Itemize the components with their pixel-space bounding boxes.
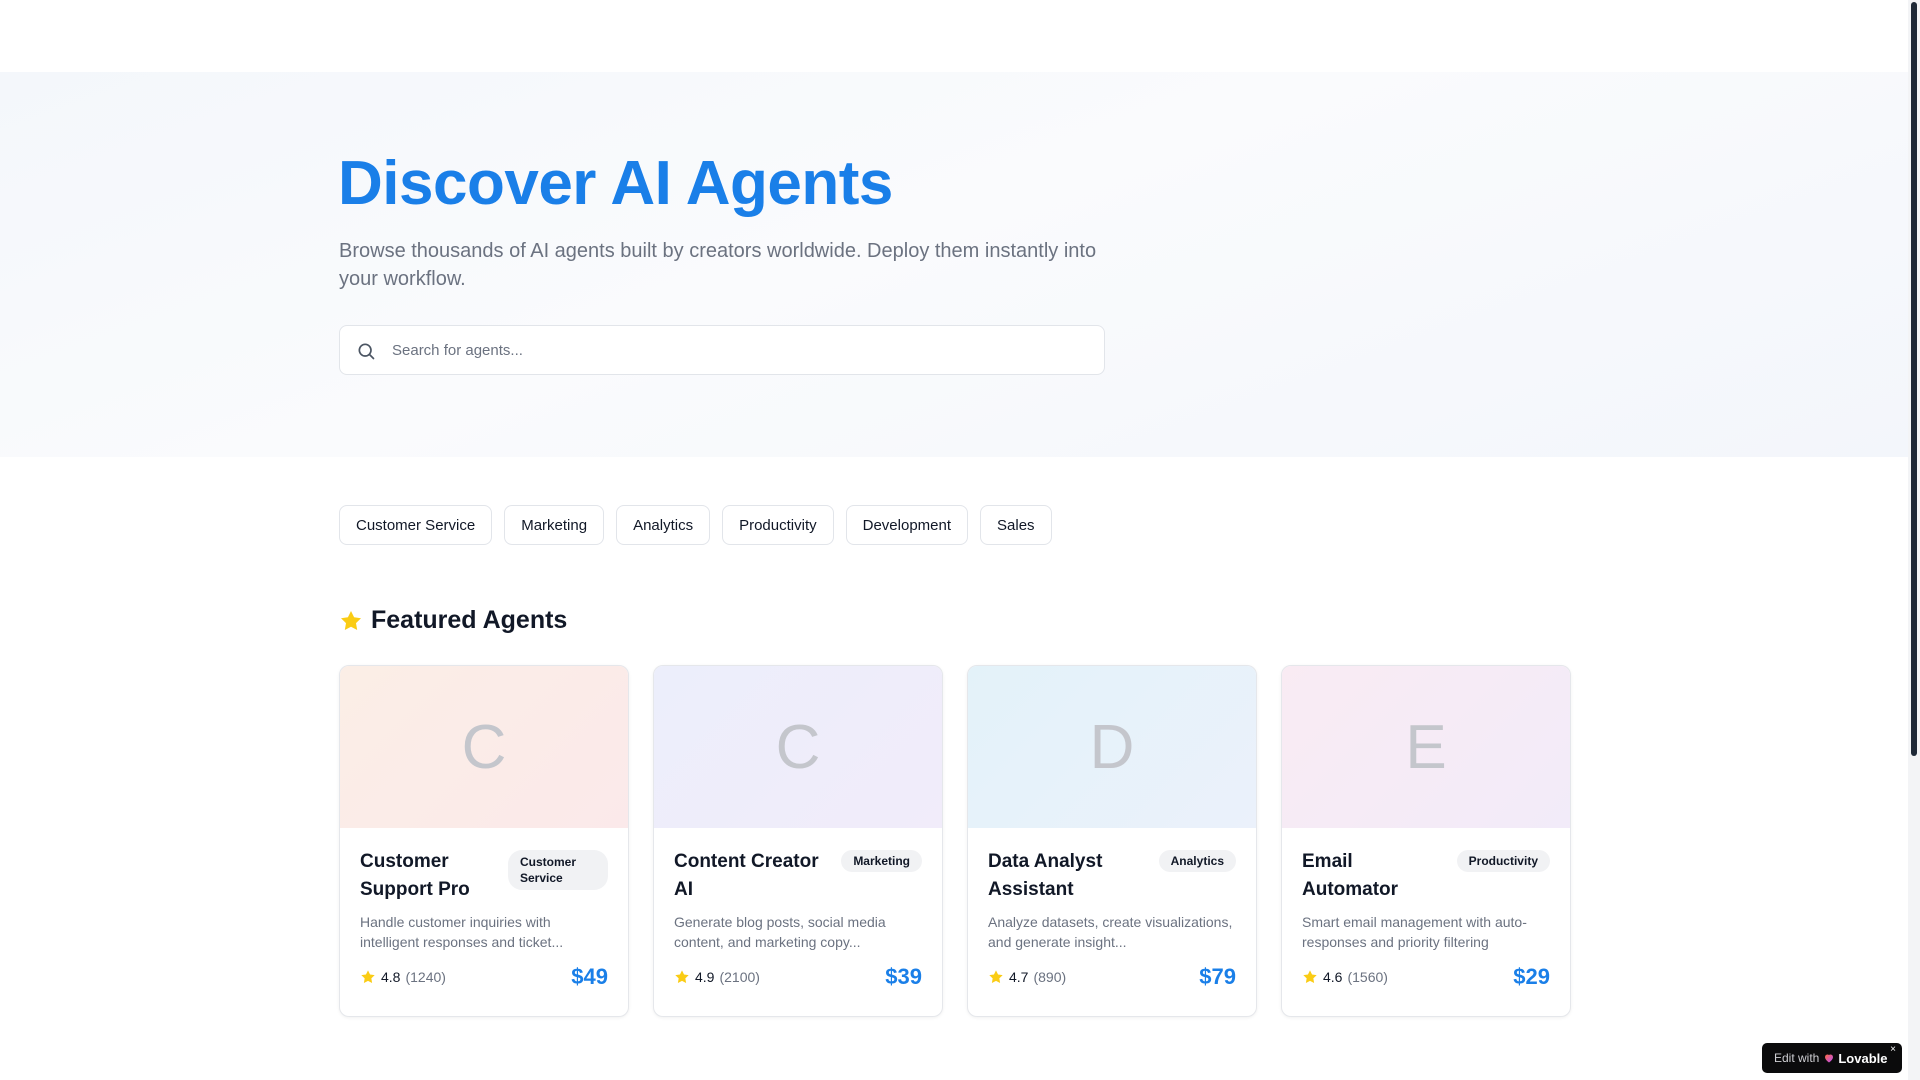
- section-title: Featured Agents: [371, 606, 568, 634]
- featured-agents-grid: C Customer Support Pro Customer Service …: [339, 665, 1571, 1017]
- agent-description: Handle customer inquiries with intellige…: [360, 914, 564, 950]
- category-chip-sales[interactable]: Sales: [980, 505, 1052, 545]
- search-bar[interactable]: [339, 325, 1105, 375]
- edit-with-label: Edit with: [1774, 1051, 1820, 1065]
- star-icon: [1303, 970, 1317, 984]
- rating-score: 4.6: [1323, 969, 1343, 985]
- star-icon: [361, 970, 375, 984]
- agent-rating: 4.7 (890): [988, 969, 1066, 985]
- agent-price: $39: [885, 964, 922, 989]
- agent-name: Email Automator: [1302, 851, 1399, 900]
- edit-with-lovable-badge[interactable]: Edit with Lovable ×: [1762, 1043, 1902, 1073]
- category-badge: Analytics: [1158, 850, 1236, 872]
- agent-card[interactable]: C Content Creator AI Marketing Generate …: [653, 665, 943, 1017]
- agent-price: $49: [571, 964, 608, 989]
- page-title: Discover AI Agents: [338, 149, 893, 218]
- top-navbar: [0, 0, 1908, 72]
- category-chip-marketing[interactable]: Marketing: [504, 505, 605, 545]
- agent-rating: 4.8 (1240): [360, 969, 446, 985]
- search-icon: [358, 343, 375, 360]
- category-chip-productivity[interactable]: Productivity: [722, 505, 834, 545]
- search-input[interactable]: [390, 326, 1094, 375]
- agent-rating: 4.6 (1560): [1302, 969, 1388, 985]
- category-badge: Customer Service: [508, 850, 608, 890]
- featured-agents-heading: Featured Agents: [339, 606, 567, 635]
- agent-rating: 4.9 (2100): [674, 969, 760, 985]
- agent-description: Generate blog posts, social media conten…: [674, 914, 886, 950]
- agent-thumbnail: D: [968, 666, 1256, 828]
- agent-price: $29: [1513, 964, 1550, 989]
- agent-name: Content Creator AI: [674, 851, 819, 900]
- category-filter-bar: Customer Service Marketing Analytics Pro…: [339, 505, 1052, 545]
- agent-price: $79: [1199, 964, 1236, 989]
- scrollbar-thumb[interactable]: [1911, 2, 1917, 756]
- agent-thumbnail: E: [1282, 666, 1570, 828]
- category-chip-development[interactable]: Development: [845, 505, 969, 545]
- agent-card[interactable]: C Customer Support Pro Customer Service …: [339, 665, 629, 1017]
- agent-name: Customer Support Pro: [360, 851, 470, 900]
- agent-card[interactable]: E Email Automator Productivity Smart ema…: [1281, 665, 1571, 1017]
- rating-score: 4.7: [1009, 969, 1029, 985]
- category-chip-customer-service[interactable]: Customer Service: [339, 505, 493, 545]
- hero-subtitle: Browse thousands of AI agents built by c…: [339, 240, 1097, 290]
- review-count: (890): [1033, 969, 1067, 985]
- category-badge: Productivity: [1456, 850, 1550, 872]
- page-scrollbar[interactable]: [1908, 0, 1920, 1080]
- agent-description: Analyze datasets, create visualizations,…: [988, 914, 1233, 950]
- review-count: (2100): [719, 969, 760, 985]
- rating-score: 4.9: [695, 969, 715, 985]
- agent-thumbnail: C: [654, 666, 942, 828]
- agent-name: Data Analyst Assistant: [988, 851, 1103, 900]
- star-icon: [989, 970, 1003, 984]
- close-icon[interactable]: ×: [1890, 1045, 1896, 1055]
- agent-thumbnail: C: [340, 666, 628, 828]
- category-badge: Marketing: [841, 850, 922, 872]
- lovable-brand: Lovable: [1838, 1050, 1888, 1066]
- star-icon: [675, 970, 689, 984]
- review-count: (1560): [1347, 969, 1388, 985]
- rating-score: 4.8: [381, 969, 401, 985]
- agent-card[interactable]: D Data Analyst Assistant Analytics Analy…: [967, 665, 1257, 1017]
- category-chip-analytics[interactable]: Analytics: [616, 505, 711, 545]
- review-count: (1240): [405, 969, 446, 985]
- agent-description: Smart email management with auto-respons…: [1302, 914, 1527, 950]
- lovable-heart-icon: [1825, 1054, 1834, 1063]
- star-icon: [341, 610, 361, 630]
